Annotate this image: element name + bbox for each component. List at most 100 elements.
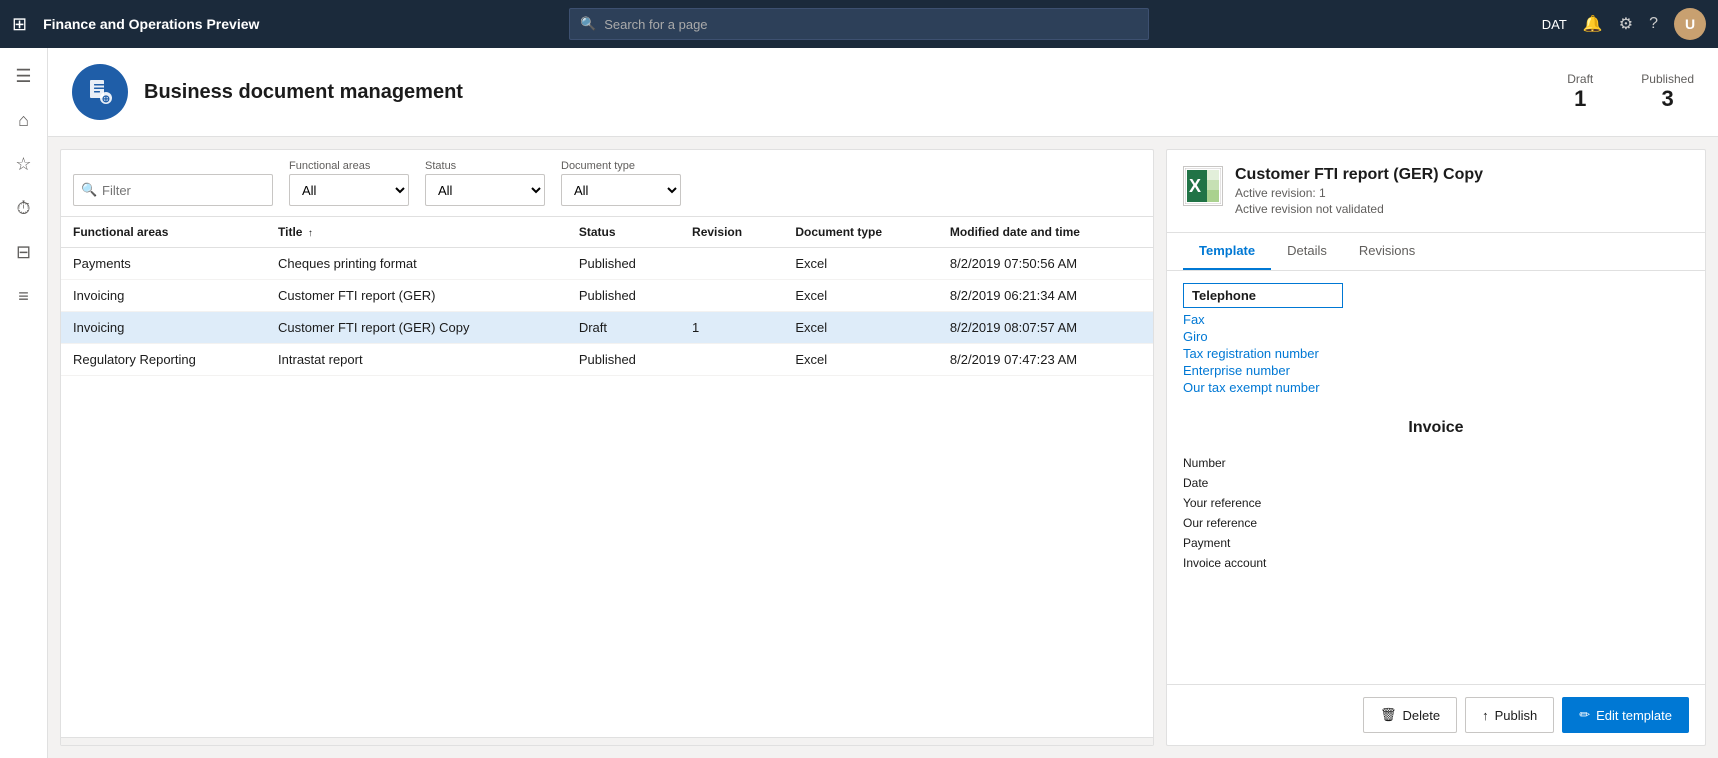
detail-info: Customer FTI report (GER) Copy Active re…: [1235, 166, 1483, 216]
table-cell-3: [680, 248, 783, 280]
detail-tabs: Template Details Revisions: [1167, 233, 1705, 271]
table-body: PaymentsCheques printing formatPublished…: [61, 248, 1153, 376]
tab-revisions[interactable]: Revisions: [1343, 233, 1431, 270]
home-icon[interactable]: ⌂: [4, 100, 44, 140]
invoice-field-payment: Payment: [1183, 533, 1689, 553]
status-label: Status: [425, 160, 545, 172]
document-type-select[interactable]: All: [561, 174, 681, 206]
table-row[interactable]: Regulatory ReportingIntrastat reportPubl…: [61, 344, 1153, 376]
functional-areas-select[interactable]: All: [289, 174, 409, 206]
svg-text:X: X: [1189, 176, 1201, 196]
table-cell-3: 1: [680, 312, 783, 344]
table-cell-5: 8/2/2019 07:47:23 AM: [938, 344, 1153, 376]
link-enterprise[interactable]: Enterprise number: [1183, 363, 1689, 378]
invoice-field-account: Invoice account: [1183, 553, 1689, 573]
detail-title: Customer FTI report (GER) Copy: [1235, 166, 1483, 184]
delete-icon: 🗑: [1380, 707, 1397, 723]
table-row[interactable]: InvoicingCustomer FTI report (GER) CopyD…: [61, 312, 1153, 344]
grid-icon[interactable]: ⊟: [4, 232, 44, 272]
link-tax-exempt[interactable]: Our tax exempt number: [1183, 380, 1689, 395]
table-cell-0: Invoicing: [61, 280, 266, 312]
list-panel: 🔍 Functional areas All Status All Do: [60, 149, 1154, 746]
search-icon: 🔍: [580, 16, 596, 32]
content-row: 🔍 Functional areas All Status All Do: [48, 137, 1718, 758]
table-cell-1: Customer FTI report (GER): [266, 280, 567, 312]
link-fax[interactable]: Fax: [1183, 312, 1689, 327]
excel-icon: X: [1183, 166, 1223, 206]
table-cell-0: Payments: [61, 248, 266, 280]
table-cell-5: 8/2/2019 08:07:57 AM: [938, 312, 1153, 344]
filter-input[interactable]: [73, 174, 273, 206]
svg-text:⊕: ⊕: [102, 94, 110, 105]
page-title: Business document management: [144, 81, 463, 104]
detail-content: Telephone Fax Giro Tax registration numb…: [1167, 271, 1705, 684]
app-grid-icon[interactable]: ⊞: [12, 14, 27, 35]
table-cell-2: Published: [567, 248, 680, 280]
table-row[interactable]: PaymentsCheques printing formatPublished…: [61, 248, 1153, 280]
published-label: Published: [1641, 72, 1694, 86]
invoice-field-date: Date: [1183, 473, 1689, 493]
functional-areas-filter: Functional areas All: [289, 160, 409, 206]
gear-icon[interactable]: ⚙: [1619, 14, 1633, 34]
table-header: Functional areas Title ↑ Status Revision…: [61, 217, 1153, 248]
col-title[interactable]: Title ↑: [266, 217, 567, 248]
search-input[interactable]: [604, 17, 1138, 32]
topbar-right: DAT 🔔 ⚙ ? U: [1542, 8, 1706, 40]
status-select[interactable]: All: [425, 174, 545, 206]
table-cell-2: Published: [567, 280, 680, 312]
filter-bar: 🔍 Functional areas All Status All Do: [61, 150, 1153, 217]
col-modified: Modified date and time: [938, 217, 1153, 248]
publish-button[interactable]: ↑ Publish: [1465, 697, 1554, 733]
link-tax-reg[interactable]: Tax registration number: [1183, 346, 1689, 361]
table-wrap: Functional areas Title ↑ Status Revision…: [61, 217, 1153, 737]
col-document-type: Document type: [783, 217, 938, 248]
table-cell-4: Excel: [783, 280, 938, 312]
table-cell-0: Regulatory Reporting: [61, 344, 266, 376]
table-cell-3: [680, 280, 783, 312]
environment-label: DAT: [1542, 17, 1567, 32]
search-bar[interactable]: 🔍: [569, 8, 1149, 40]
edit-template-button[interactable]: ✏ Edit template: [1562, 697, 1689, 733]
detail-sub2: Active revision not validated: [1235, 202, 1483, 216]
table-row[interactable]: InvoicingCustomer FTI report (GER)Publis…: [61, 280, 1153, 312]
page-icon: ⊕: [72, 64, 128, 120]
filter-wrap: 🔍: [73, 174, 273, 206]
published-stat: Published 3: [1641, 72, 1694, 112]
page-stats: Draft 1 Published 3: [1567, 72, 1694, 112]
published-value: 3: [1641, 86, 1694, 112]
edit-template-label: Edit template: [1596, 708, 1672, 723]
table-cell-4: Excel: [783, 248, 938, 280]
hamburger-icon[interactable]: ☰: [4, 56, 44, 96]
invoice-field-our-ref: Our reference: [1183, 513, 1689, 533]
list-icon[interactable]: ≡: [4, 276, 44, 316]
pencil-icon: ✏: [1579, 707, 1590, 723]
delete-label: Delete: [1403, 708, 1441, 723]
clock-icon[interactable]: ⏱: [4, 188, 44, 228]
col-revision: Revision: [680, 217, 783, 248]
sidebar: ☰ ⌂ ☆ ⏱ ⊟ ≡: [0, 48, 48, 758]
bell-icon[interactable]: 🔔: [1583, 14, 1603, 34]
help-icon[interactable]: ?: [1649, 15, 1658, 33]
col-status: Status: [567, 217, 680, 248]
documents-table: Functional areas Title ↑ Status Revision…: [61, 217, 1153, 376]
table-cell-2: Published: [567, 344, 680, 376]
telephone-field: Telephone: [1183, 283, 1343, 308]
avatar[interactable]: U: [1674, 8, 1706, 40]
link-giro[interactable]: Giro: [1183, 329, 1689, 344]
topbar: ⊞ Finance and Operations Preview 🔍 DAT 🔔…: [0, 0, 1718, 48]
table-cell-5: 8/2/2019 06:21:34 AM: [938, 280, 1153, 312]
table-cell-1: Cheques printing format: [266, 248, 567, 280]
draft-label: Draft: [1567, 72, 1593, 86]
tab-template[interactable]: Template: [1183, 233, 1271, 270]
horizontal-scrollbar[interactable]: [61, 737, 1153, 745]
tab-details[interactable]: Details: [1271, 233, 1343, 270]
star-icon[interactable]: ☆: [4, 144, 44, 184]
app-title: Finance and Operations Preview: [43, 16, 259, 32]
template-links: Fax Giro Tax registration number Enterpr…: [1183, 312, 1689, 395]
table-cell-1: Customer FTI report (GER) Copy: [266, 312, 567, 344]
delete-button[interactable]: 🗑 Delete: [1363, 697, 1457, 733]
status-filter: Status All: [425, 160, 545, 206]
invoice-title: Invoice: [1183, 419, 1689, 437]
publish-label: Publish: [1495, 708, 1538, 723]
filter-search-icon: 🔍: [81, 182, 97, 198]
